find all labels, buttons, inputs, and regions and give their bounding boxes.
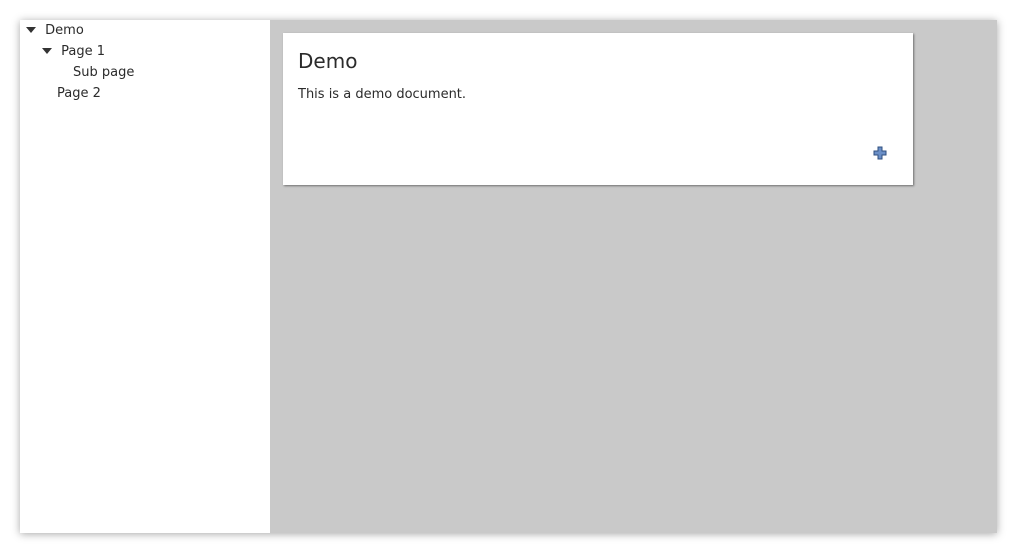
- plus-icon: [873, 146, 887, 160]
- tree-item-label: Sub page: [73, 65, 135, 80]
- tree-item-label: Page 2: [57, 86, 101, 101]
- page-body-text[interactable]: This is a demo document.: [298, 86, 466, 104]
- app-window: Demo Page 1 Sub page Page 2 Demo This is…: [20, 20, 997, 533]
- tree-item-page-1[interactable]: Page 1: [42, 41, 105, 62]
- expand-triangle-icon[interactable]: [26, 26, 36, 33]
- outline-sidebar: Demo Page 1 Sub page Page 2: [20, 20, 271, 533]
- tree-item-demo[interactable]: Demo: [26, 20, 84, 41]
- tree-item-page-2[interactable]: Page 2: [57, 83, 101, 104]
- page-title[interactable]: Demo: [298, 47, 357, 75]
- document-canvas: Demo This is a demo document.: [270, 20, 997, 533]
- tree-item-label: Demo: [45, 23, 84, 38]
- document-page[interactable]: Demo This is a demo document.: [283, 33, 913, 185]
- add-block-button[interactable]: [873, 145, 887, 160]
- tree-item-label: Page 1: [61, 44, 106, 59]
- tree-item-sub-page[interactable]: Sub page: [73, 62, 134, 83]
- expand-triangle-icon[interactable]: [42, 47, 52, 54]
